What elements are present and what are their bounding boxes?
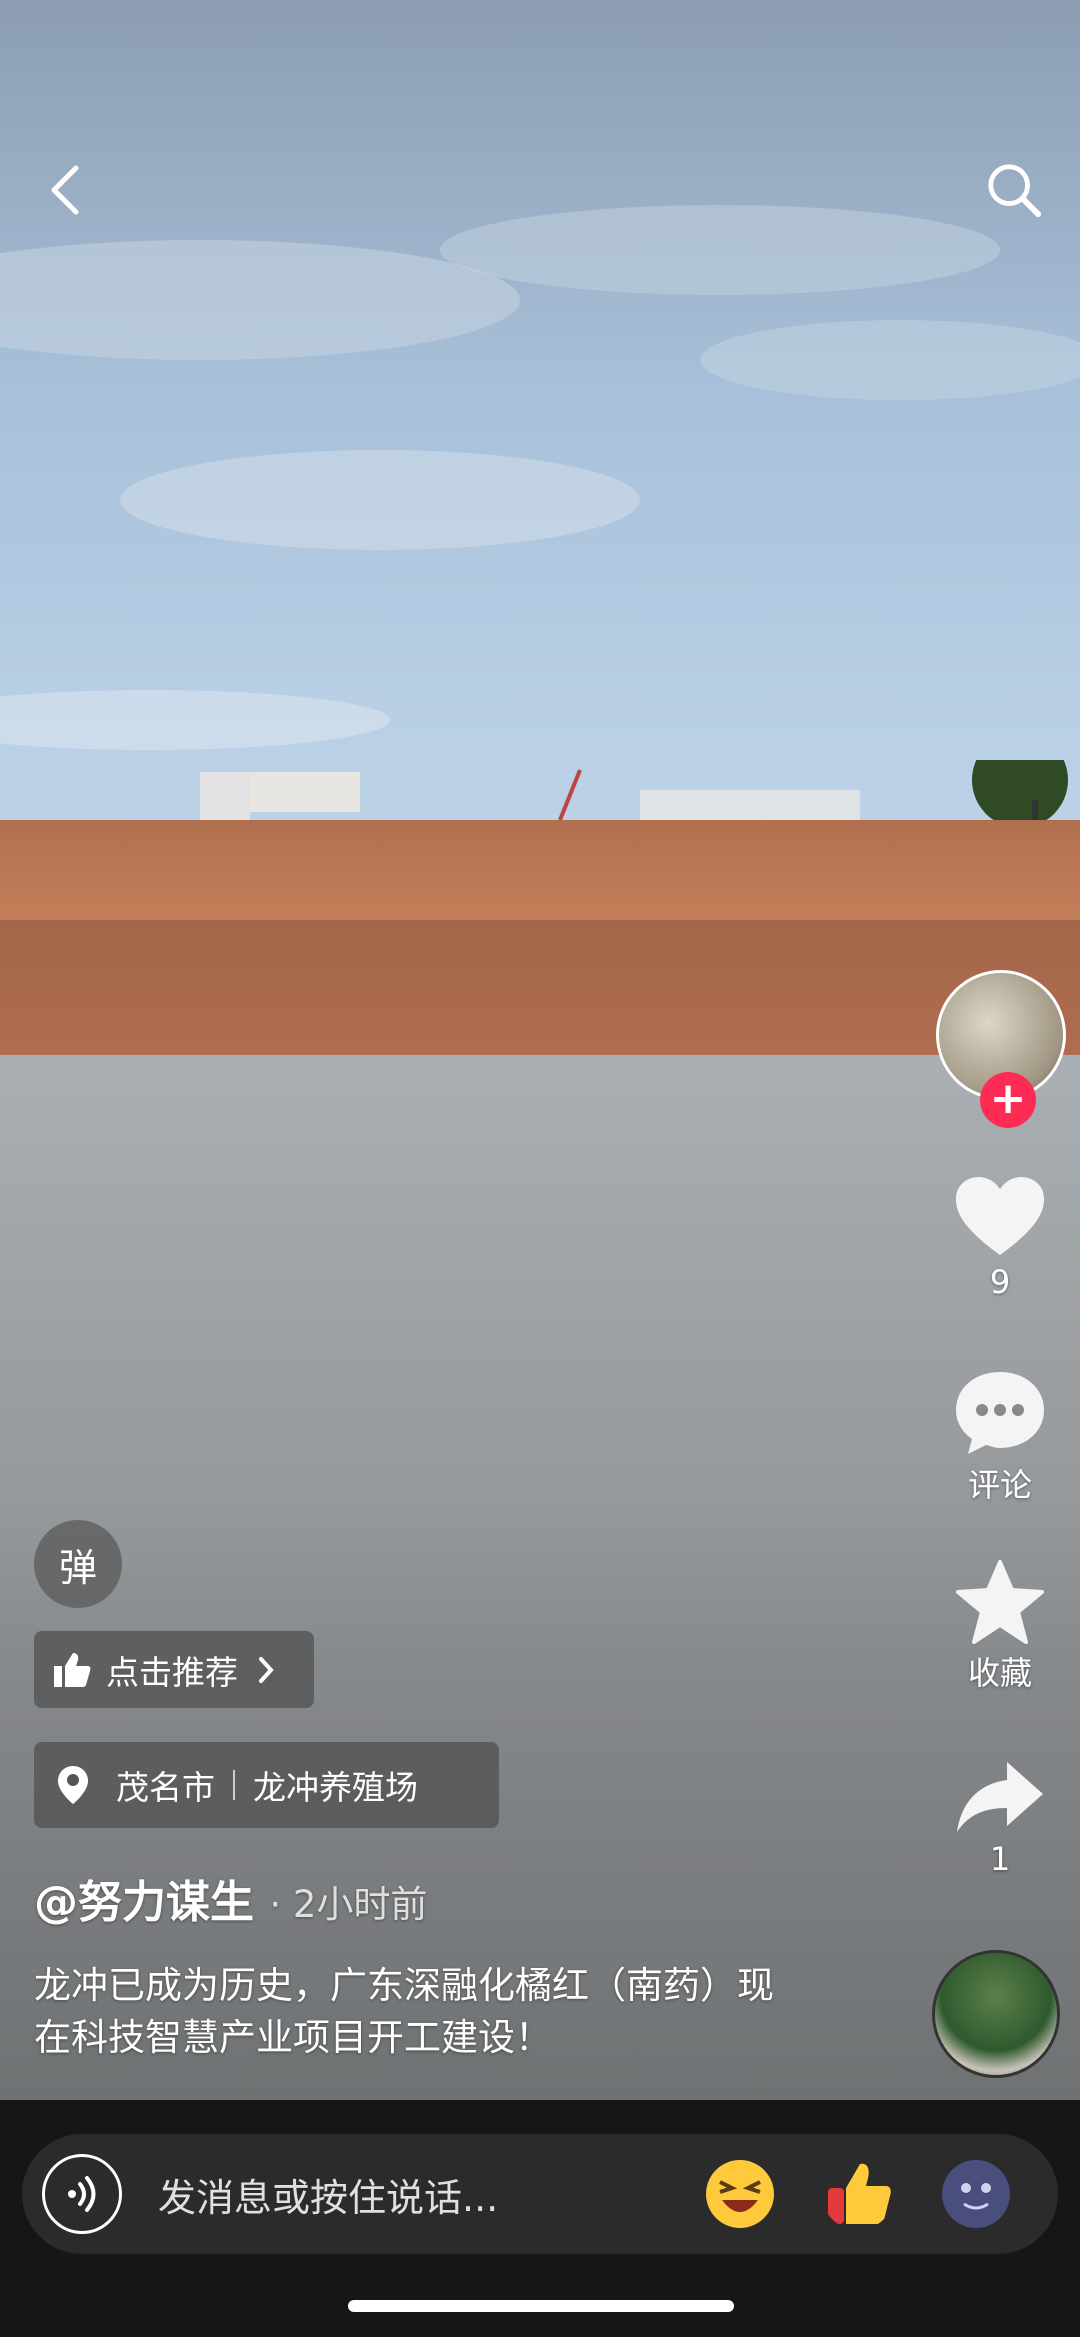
location-pin-icon — [58, 1766, 88, 1804]
like-button[interactable]: 9 — [930, 1175, 1070, 1301]
message-input[interactable]: 发消息或按住说话... — [158, 2167, 704, 2222]
message-input-bar[interactable]: 发消息或按住说话... — [22, 2134, 1058, 2254]
location-tag[interactable]: 茂名市 龙冲养殖场 — [34, 1742, 499, 1828]
back-button[interactable] — [36, 160, 96, 220]
thumbs-up-emoji-icon[interactable] — [822, 2158, 894, 2230]
danmaku-label: 弹 — [58, 1545, 97, 1590]
share-button[interactable]: 1 — [930, 1760, 1070, 1878]
favorite-label: 收藏 — [967, 1654, 1032, 1692]
comment-bubble-icon — [956, 1372, 1044, 1454]
post-time: · 2小时前 — [269, 1883, 428, 1926]
video-description: 龙冲已成为历史，广东深融化橘红（南药）现在科技智慧产业项目开工建设！ — [34, 1964, 774, 2059]
search-icon — [988, 164, 1042, 218]
comment-label: 评论 — [967, 1466, 1032, 1504]
share-arrow-icon — [957, 1762, 1043, 1832]
recommend-button[interactable]: 点击推荐 — [34, 1631, 314, 1708]
favorite-button[interactable]: 收藏 — [930, 1560, 1070, 1694]
star-icon — [956, 1560, 1044, 1644]
location-separator — [233, 1770, 235, 1800]
voice-button[interactable] — [42, 2154, 122, 2234]
location-place: 龙冲养殖场 — [253, 1768, 418, 1807]
like-count: 9 — [989, 1263, 1011, 1301]
danmaku-toggle-button[interactable]: 弹 — [34, 1520, 122, 1608]
recommend-label: 点击推荐 — [106, 1652, 238, 1692]
author-line: @努力谋生 · 2小时前 — [34, 1866, 427, 1930]
home-indicator — [348, 2300, 734, 2312]
author-name[interactable]: @努力谋生 — [34, 1877, 254, 1928]
follow-button[interactable]: + — [980, 1072, 1036, 1128]
chevron-left-icon — [51, 165, 79, 215]
thumbs-up-icon — [54, 1652, 91, 1687]
heart-icon — [956, 1177, 1044, 1255]
bottom-bar: 发消息或按住说话... — [0, 2100, 1080, 2337]
comment-button[interactable]: 评论 — [930, 1370, 1070, 1506]
creator-avatar[interactable]: + — [936, 970, 1066, 1128]
search-button[interactable] — [984, 160, 1044, 220]
chevron-right-icon — [259, 1656, 274, 1683]
moon-face-emoji-icon[interactable] — [940, 2158, 1012, 2230]
laughing-emoji-icon[interactable] — [704, 2158, 776, 2230]
voice-icon — [68, 2176, 96, 2212]
location-city: 茂名市 — [116, 1768, 215, 1807]
share-count: 1 — [989, 1840, 1011, 1878]
music-disc[interactable] — [932, 1950, 1060, 2078]
